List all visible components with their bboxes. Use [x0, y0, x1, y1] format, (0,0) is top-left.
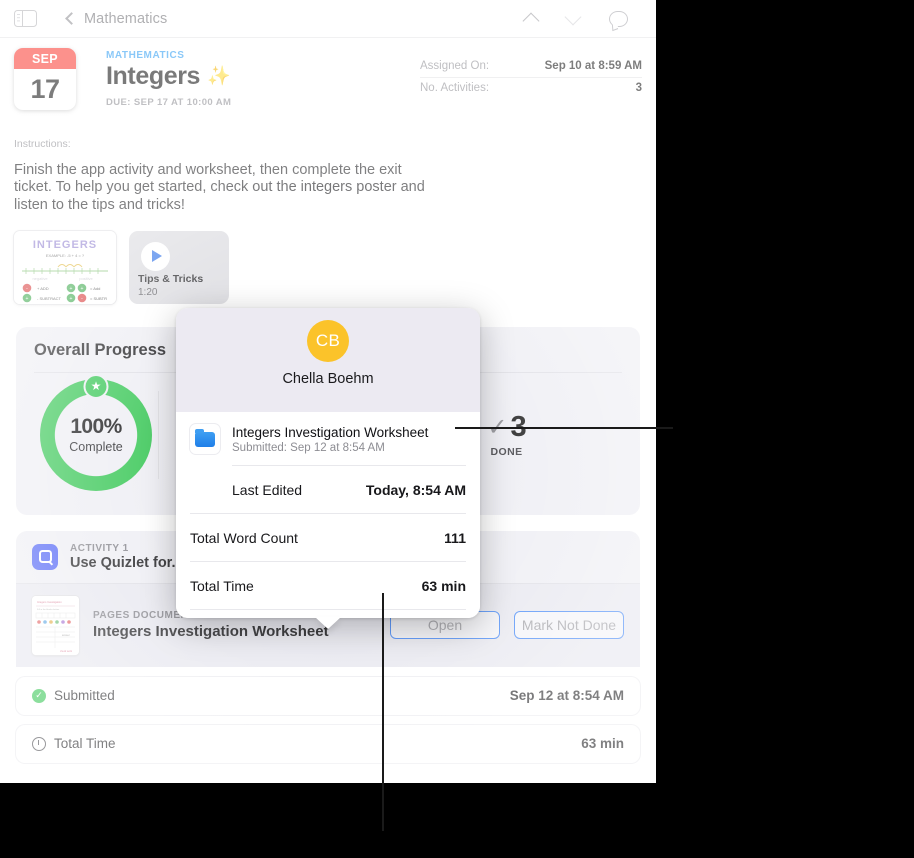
- total-time-value: 63 min: [581, 736, 624, 752]
- svg-text:negative: negative: [32, 276, 48, 281]
- popover-row-value: Today, 8:54 AM: [365, 481, 466, 498]
- submitted-label: Submitted: [54, 688, 115, 704]
- popover-body: Integers Investigation Worksheet Submitt…: [176, 412, 480, 618]
- star-badge-icon: ★: [83, 373, 109, 399]
- submitted-label-group: ✓ Submitted: [32, 688, 115, 703]
- svg-text:+: +: [70, 296, 73, 302]
- back-button-label: Mathematics: [84, 10, 168, 27]
- popover-row-key: Total Time: [190, 577, 254, 594]
- sidebar-toggle-icon[interactable]: [14, 9, 37, 28]
- progress-percent: 100%: [70, 415, 122, 439]
- clock-icon: [32, 736, 46, 751]
- meta-value: 3: [635, 82, 642, 94]
- student-name: Chella Boehm: [282, 371, 374, 387]
- title-row: Integers ✨: [106, 62, 420, 91]
- subject-tag: MATHEMATICS: [106, 50, 185, 61]
- callout-line-horizontal: [455, 427, 673, 429]
- callout-line-vertical: [382, 593, 384, 831]
- mark-not-done-button[interactable]: Mark Not Done: [514, 611, 624, 640]
- total-time-label: Total Time: [54, 736, 116, 752]
- submitted-row: ✓ Submitted Sep 12 at 8:54 AM: [16, 676, 640, 715]
- due-date-label: DUE: SEP 17 AT 10:00 AM: [106, 97, 232, 108]
- popover-row-key: Total Word Count: [190, 529, 298, 546]
- svg-text:check work: check work: [60, 650, 73, 653]
- video-title: Tips & Tricks: [138, 272, 204, 285]
- activity-kicker: ACTIVITY 1: [70, 542, 129, 554]
- meta-row-no-activities: No. Activities: 3: [420, 77, 642, 99]
- toolbar: Mathematics: [0, 0, 656, 38]
- svg-text:EXAMPLE: -5 + 4 = ?: EXAMPLE: -5 + 4 = ?: [46, 253, 85, 258]
- activity-name: Use Quizlet for...: [70, 554, 184, 571]
- avatar: CB: [307, 320, 349, 362]
- popover-file-title: Integers Investigation Worksheet: [232, 424, 429, 440]
- quizlet-icon: [32, 543, 58, 570]
- chevron-left-icon: [65, 12, 78, 25]
- sparkles-icon: ✨: [207, 66, 231, 87]
- svg-text:+ ADD: + ADD: [37, 286, 49, 291]
- popover-file-text: Integers Investigation Worksheet Submitt…: [232, 425, 428, 454]
- document-name: Integers Investigation Worksheet: [93, 623, 329, 641]
- submitted-value: Sep 12 at 8:54 AM: [509, 688, 624, 704]
- student-work-popover: CB Chella Boehm Integers Investigation W…: [176, 308, 480, 629]
- chevron-up-icon[interactable]: [522, 12, 540, 29]
- progress-sublabel: Complete: [69, 440, 123, 455]
- popover-strip: [176, 397, 480, 412]
- assignment-header: SEP 17 MATHEMATICS Integers ✨ DUE: SEP 1…: [0, 38, 656, 116]
- header-text: MATHEMATICS Integers ✨ DUE: SEP 17 AT 10…: [106, 48, 420, 110]
- document-preview-icon: Integers Investigation Fill in the blank…: [32, 595, 79, 655]
- instructions-label: Instructions:: [14, 138, 71, 150]
- popover-file-row[interactable]: Integers Investigation Worksheet Submitt…: [190, 412, 466, 465]
- svg-text:= Add: = Add: [90, 286, 100, 291]
- svg-text:= SUBTR: = SUBTR: [90, 296, 107, 301]
- popover-header: CB Chella Boehm: [176, 308, 480, 397]
- calendar-day: 17: [30, 74, 60, 104]
- back-button[interactable]: Mathematics: [65, 10, 168, 27]
- comment-bubble-icon[interactable]: [609, 10, 628, 27]
- instructions-body: Finish the app activity and worksheet, t…: [14, 162, 425, 213]
- svg-text:INTEGERS: INTEGERS: [33, 239, 97, 251]
- popover-row-word-count: Total Word Count 111: [190, 513, 466, 561]
- svg-text:+: +: [81, 286, 84, 292]
- popover-arrow: [315, 617, 341, 629]
- page-title: Integers: [106, 62, 201, 90]
- svg-text:+: +: [70, 286, 73, 292]
- tips-and-tricks-video-card[interactable]: Tips & Tricks 1:20: [129, 230, 229, 304]
- svg-text:+: +: [26, 296, 29, 302]
- popover-row-last-edited: Last Edited Today, 8:54 AM: [232, 465, 466, 513]
- svg-text:Fill in the blanks below.: Fill in the blanks below.: [37, 608, 60, 611]
- svg-text:positive: positive: [79, 276, 93, 281]
- svg-text:- SUBTRACT: - SUBTRACT: [37, 296, 62, 301]
- total-time-label-group: Total Time: [32, 736, 116, 751]
- integers-poster-thumbnail[interactable]: INTEGERS EXAMPLE: -5 + 4 = ? negative po…: [14, 230, 116, 304]
- attachments-row: INTEGERS EXAMPLE: -5 + 4 = ? negative po…: [0, 214, 656, 304]
- svg-text:answer: answer: [62, 634, 70, 637]
- svg-text:Integers Investigation: Integers Investigation: [37, 600, 62, 604]
- popover-row-value: 63 min: [421, 577, 466, 594]
- popover-row-value: 111: [444, 529, 466, 546]
- popover-row-key: Last Edited: [232, 481, 303, 498]
- calendar-badge: SEP 17: [14, 48, 76, 110]
- popover-file-subtitle: Submitted: Sep 12 at 8:54 AM: [232, 441, 385, 454]
- check-circle-icon: ✓: [32, 688, 46, 703]
- folder-icon: [190, 424, 220, 454]
- assignment-detail-window: Mathematics SEP 17 MATHEMATICS Integers …: [0, 0, 656, 783]
- popover-row-total-time: Total Time 63 min: [190, 561, 466, 609]
- assignment-meta: Assigned On: Sep 10 at 8:59 AM No. Activ…: [420, 48, 642, 110]
- poster-artwork-icon: INTEGERS EXAMPLE: -5 + 4 = ? negative po…: [14, 230, 116, 304]
- video-duration: 1:20: [138, 286, 158, 298]
- instructions-section: Instructions: Finish the app activity an…: [0, 116, 656, 214]
- total-time-row: Total Time 63 min: [16, 724, 640, 763]
- meta-key: Assigned On:: [420, 60, 490, 72]
- chevron-down-icon[interactable]: [564, 8, 582, 25]
- pages-document-thumbnail[interactable]: Integers Investigation Fill in the blank…: [32, 595, 79, 655]
- meta-value: Sep 10 at 8:59 AM: [544, 60, 642, 72]
- meta-row-assigned-on: Assigned On: Sep 10 at 8:59 AM: [420, 56, 642, 77]
- play-icon[interactable]: [141, 241, 170, 271]
- toolbar-actions: [522, 8, 642, 29]
- progress-ring: 100% Complete ★: [34, 373, 158, 497]
- calendar-month: SEP: [14, 48, 76, 69]
- stat-label: DONE: [490, 446, 523, 459]
- activity-text: ACTIVITY 1 Use Quizlet for...: [70, 543, 184, 571]
- meta-key: No. Activities:: [420, 82, 490, 94]
